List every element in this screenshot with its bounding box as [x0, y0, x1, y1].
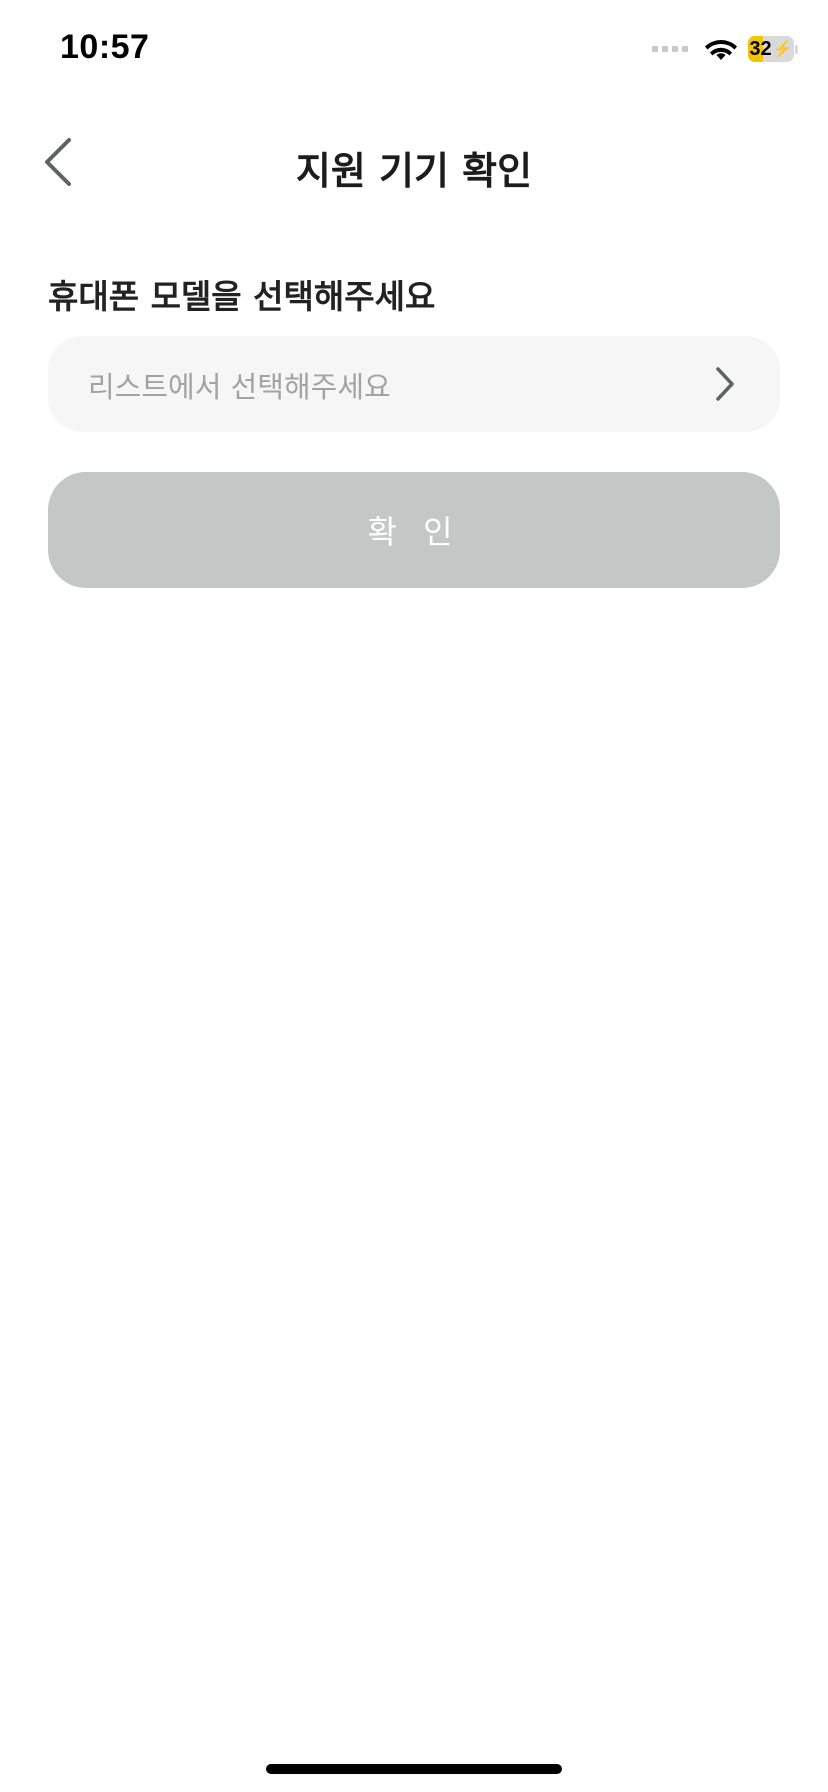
confirm-button[interactable]: 확 인 [48, 472, 780, 588]
phone-model-label: 휴대폰 모델을 선택해주세요 [48, 277, 436, 316]
battery-level: 32 [749, 37, 772, 60]
status-bar: 10:57 32 ⚡ [0, 0, 828, 100]
battery-icon: 32 ⚡ [748, 36, 798, 62]
status-icons: 32 ⚡ [652, 34, 798, 64]
home-indicator [266, 1764, 562, 1774]
page-title: 지원 기기 확인 [295, 149, 533, 193]
phone-model-select-placeholder: 리스트에서 선택해주세요 [88, 370, 391, 404]
status-time: 10:57 [60, 28, 150, 66]
phone-model-select[interactable]: 리스트에서 선택해주세요 [48, 336, 780, 432]
screen: 10:57 32 ⚡ 지원 기기 확인 휴대폰 모델을 선택해주세요 리스트에서… [0, 0, 828, 1792]
wifi-icon [705, 40, 737, 60]
confirm-button-label: 확 인 [367, 513, 461, 551]
signal-dots-icon [652, 46, 688, 52]
charging-bolt-icon: ⚡ [772, 41, 793, 58]
chevron-right-icon [714, 366, 736, 402]
nav-header: 지원 기기 확인 [0, 118, 828, 208]
